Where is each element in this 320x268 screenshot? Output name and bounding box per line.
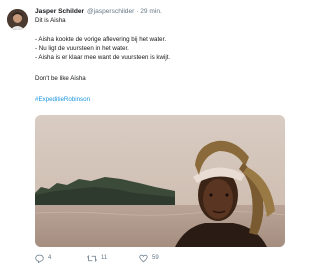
reply-icon xyxy=(35,254,44,263)
tweet-actions: 4 11 59 xyxy=(35,252,235,264)
author-handle[interactable]: @jasperschilder xyxy=(87,8,134,15)
like-button[interactable]: 59 xyxy=(139,252,159,264)
reply-button[interactable]: 4 xyxy=(35,252,51,264)
tweet: Jasper Schilder @jasperschilder · 29 min… xyxy=(0,0,300,268)
tweet-text-line: - Aisha is er klaar mee want de vuurstee… xyxy=(35,54,171,61)
tweet-text-line: Dit is Aisha xyxy=(35,17,66,24)
tweet-image[interactable] xyxy=(35,115,285,247)
reply-count: 4 xyxy=(48,255,52,261)
tweet-header: Jasper Schilder @jasperschilder · 29 min… xyxy=(35,7,162,16)
avatar[interactable] xyxy=(7,9,28,30)
retweet-count: 11 xyxy=(101,255,108,261)
tweet-text-line: - Nu ligt de vuursteen in het water. xyxy=(35,45,129,52)
tweet-text-line: - Aisha kookte de vorige aflevering bij … xyxy=(35,36,167,43)
timestamp[interactable]: 29 min. xyxy=(140,8,162,15)
like-count: 59 xyxy=(152,255,159,261)
separator-dot: · xyxy=(136,8,139,15)
author-name[interactable]: Jasper Schilder xyxy=(35,8,84,15)
tweet-text-line: Don't be like Aisha xyxy=(35,75,86,82)
hashtag-link[interactable]: #ExpeditieRobinson xyxy=(35,96,90,104)
like-icon xyxy=(139,254,148,263)
retweet-icon xyxy=(87,254,97,263)
retweet-button[interactable]: 11 xyxy=(87,252,107,264)
